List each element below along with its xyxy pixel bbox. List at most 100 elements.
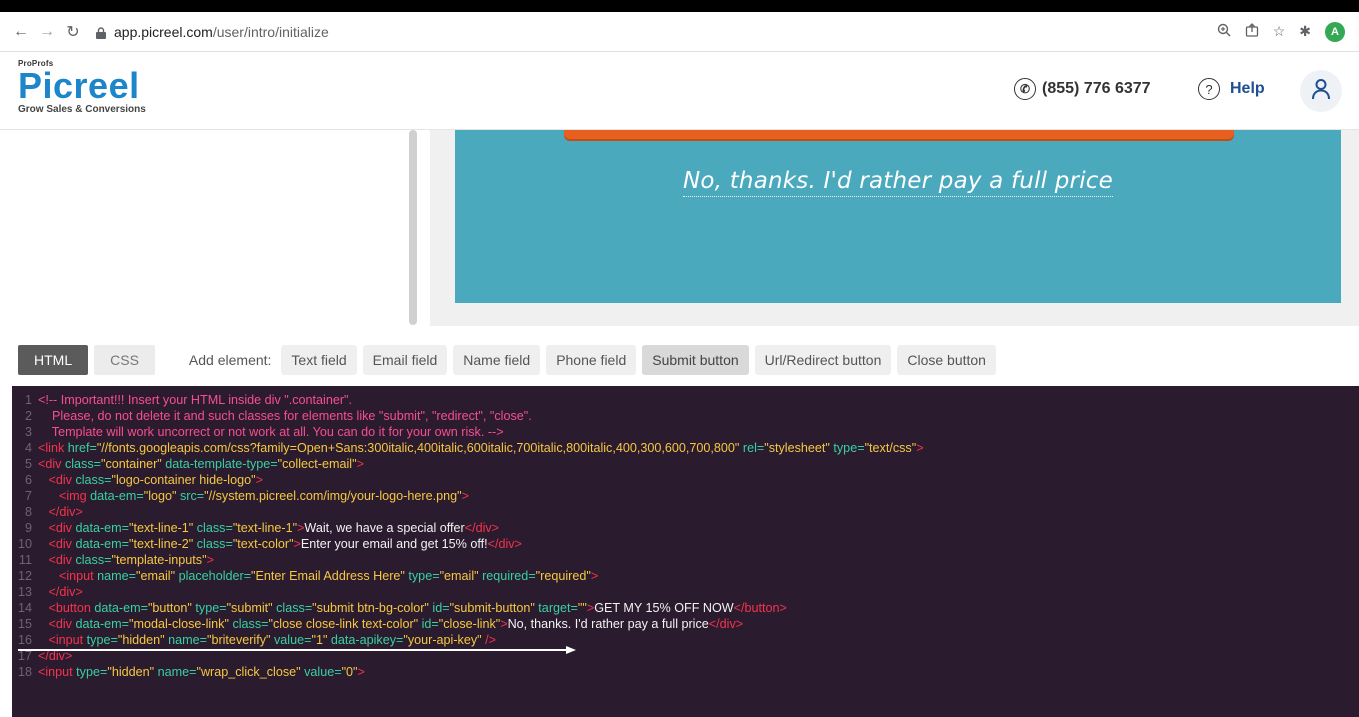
code-token: type= (76, 665, 108, 679)
code-text: <input name="email" placeholder="Enter E… (38, 568, 598, 584)
line-number: 8 (24, 505, 32, 519)
code-line[interactable]: 11 <div class="template-inputs"> (12, 552, 1359, 568)
code-line[interactable]: 14 <button data-em="button" type="submit… (12, 600, 1359, 616)
code-line[interactable]: 18 <input type="hidden" name="wrap_click_… (12, 664, 1359, 680)
code-token: </button> (733, 601, 787, 615)
forward-arrow-icon[interactable]: → (36, 21, 58, 43)
add-close-button-button[interactable]: Close button (897, 345, 996, 375)
add-phone-field-button[interactable]: Phone field (546, 345, 637, 375)
line-number: 4 (24, 441, 32, 455)
phone-link[interactable]: ✆ (855) 776 6377 (1014, 78, 1151, 100)
brand-name: Picreel (18, 65, 140, 106)
code-token: data-em= (90, 489, 144, 503)
line-number: 18 (17, 665, 32, 679)
code-token: Please, do not delete it and such classe… (38, 409, 532, 423)
user-account-button[interactable] (1300, 70, 1342, 112)
line-number: 9 (24, 521, 32, 535)
code-token: <!-- Important!!! Insert your HTML insid… (38, 393, 352, 407)
add-text-field-button[interactable]: Text field (281, 345, 357, 375)
code-token: class= (75, 473, 112, 487)
code-line[interactable]: 13 </div> (12, 584, 1359, 600)
add-element-label: Add element: (188, 352, 272, 368)
code-token: data-em= (75, 617, 130, 631)
code-token: > (461, 489, 469, 503)
code-text: <img data-em="logo" src="//system.picree… (38, 488, 469, 504)
code-line[interactable]: 8 </div> (12, 504, 1359, 520)
code-token: "text-line-1" (129, 521, 194, 535)
code-token: > (293, 537, 301, 551)
help-link[interactable]: ? Help (1198, 78, 1265, 100)
code-token: <input (59, 569, 98, 583)
address-bar[interactable]: app.picreel.com/user/intro/initialize (88, 17, 1217, 47)
code-token: <button (48, 601, 95, 615)
extensions-puzzle-icon[interactable]: ✱ (1299, 23, 1311, 40)
line-number: 11 (18, 553, 32, 567)
code-line[interactable]: 9 <div data-em="text-line-1" class="text… (12, 520, 1359, 536)
code-text: <input type="hidden" name="wrap_click_cl… (38, 664, 365, 680)
code-line[interactable]: 6 <div class="logo-container hide-logo"> (12, 472, 1359, 488)
code-token: class= (75, 553, 112, 567)
brand-tagline: Grow Sales & Conversions (18, 104, 146, 115)
code-text: Template will work uncorrect or not work… (38, 424, 504, 440)
zoom-icon[interactable] (1217, 23, 1231, 40)
code-token: "modal-close-link" (129, 617, 229, 631)
code-token: data-em= (75, 521, 130, 535)
code-token: "submit" (226, 601, 273, 615)
code-text: <link href="//fonts.googleapis.com/css?f… (38, 440, 924, 456)
code-token: src= (176, 489, 205, 503)
add-name-field-button[interactable]: Name field (453, 345, 541, 375)
code-token: <div (48, 521, 76, 535)
code-line[interactable]: 2 Please, do not delete it and such clas… (12, 408, 1359, 424)
code-token: GET MY 15% OFF NOW (594, 601, 734, 615)
code-line[interactable]: 1 <!-- Important!!! Insert your HTML insi… (12, 392, 1359, 408)
url-host: app.picreel.com (114, 23, 213, 40)
add-redirect-button-button[interactable]: Url/Redirect button (754, 345, 892, 375)
code-line[interactable]: 12 <input name="email" placeholder="Ente… (12, 568, 1359, 584)
bookmark-star-icon[interactable]: ☆ (1273, 23, 1286, 40)
code-token: required= (478, 569, 536, 583)
lock-icon (96, 26, 106, 39)
popup-preview: No, thanks. I'd rather pay a full price (455, 130, 1341, 303)
code-token: </div> (48, 585, 83, 599)
line-number: 14 (17, 601, 32, 615)
code-token: rel= (739, 441, 765, 455)
line-number: 13 (17, 585, 32, 599)
code-line[interactable]: 10 <div data-em="text-line-2" class="tex… (12, 536, 1359, 552)
line-number: 1 (24, 393, 32, 407)
brand-logo[interactable]: ProProfs Picreel Grow Sales & Conversion… (18, 59, 146, 115)
profile-avatar[interactable]: A (1325, 21, 1345, 42)
reload-icon[interactable]: ↻ (62, 21, 84, 43)
tab-html[interactable]: HTML (18, 345, 89, 375)
code-token: "logo-container hide-logo" (111, 473, 256, 487)
code-line[interactable]: 3 Template will work uncorrect or not wo… (12, 424, 1359, 440)
back-arrow-icon[interactable]: ← (10, 21, 32, 43)
code-token: "button" (147, 601, 192, 615)
decline-link-preview[interactable]: No, thanks. I'd rather pay a full price (455, 168, 1341, 197)
code-token: <div (48, 537, 76, 551)
code-line[interactable]: 4 <link href="//fonts.googleapis.com/css?… (12, 440, 1359, 456)
code-token: "collect-email" (277, 457, 357, 471)
code-line[interactable]: 15 <div data-em="modal-close-link" class… (12, 616, 1359, 632)
code-line[interactable]: 5 <div class="container" data-template-ty… (12, 456, 1359, 472)
cta-button-preview[interactable] (564, 130, 1234, 139)
html-code-editor[interactable]: 1 <!-- Important!!! Insert your HTML insi… (12, 386, 1359, 717)
left-panel-scrollbar[interactable] (409, 130, 417, 325)
code-token: <div (48, 553, 76, 567)
tab-css[interactable]: CSS (94, 345, 155, 375)
code-token: > (590, 569, 599, 583)
code-token: <div (48, 473, 76, 487)
line-number: 2 (24, 409, 32, 423)
code-token: id= (418, 617, 439, 631)
app-header: ProProfs Picreel Grow Sales & Conversion… (0, 52, 1359, 130)
code-token: href= (67, 441, 97, 455)
code-text: <!-- Important!!! Insert your HTML insid… (38, 392, 352, 408)
code-token: "//system.picreel.com/img/your-logo-here… (204, 489, 462, 503)
share-icon[interactable] (1245, 23, 1259, 40)
add-email-field-button[interactable]: Email field (362, 345, 448, 375)
code-line[interactable]: 7 <img data-em="logo" src="//system.picr… (12, 488, 1359, 504)
add-submit-button-button[interactable]: Submit button (642, 345, 749, 375)
